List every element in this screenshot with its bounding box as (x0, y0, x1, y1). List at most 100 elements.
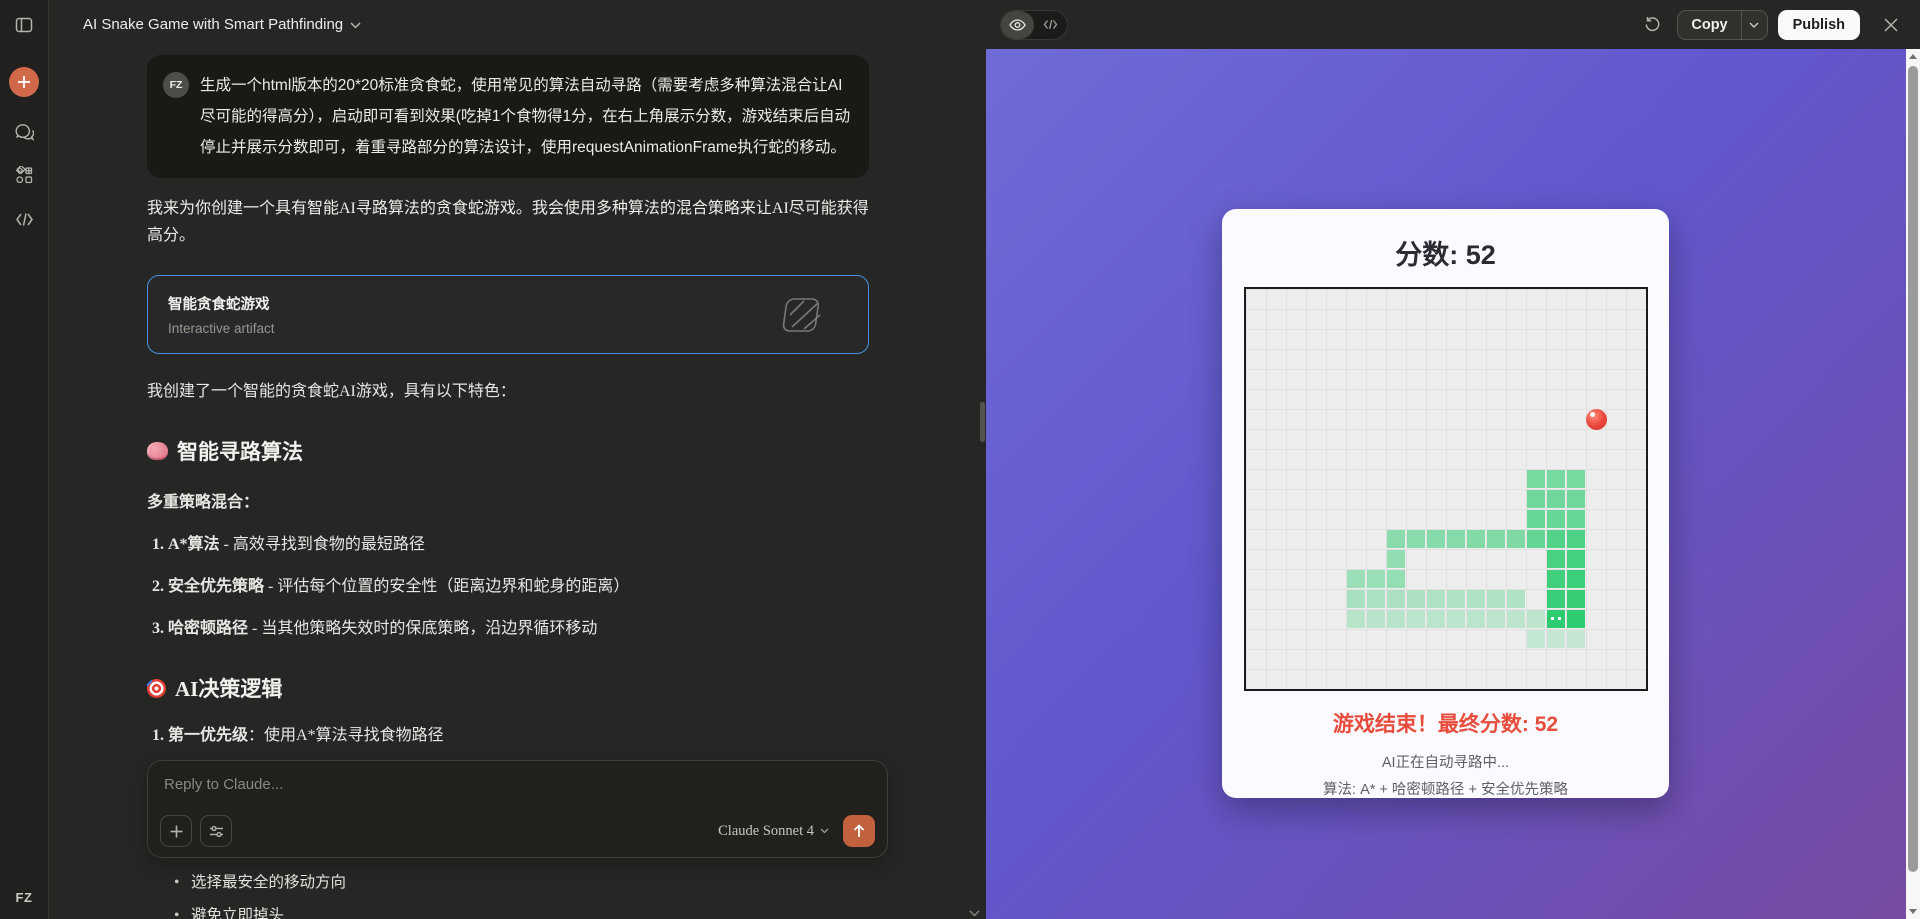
sub-item: 选择最安全的移动方向 (174, 870, 869, 896)
snake-segment (1466, 530, 1485, 548)
snake-segment (1426, 590, 1445, 608)
snake-segment (1346, 570, 1365, 588)
snake-segment (1506, 590, 1525, 608)
snake-segment (1566, 550, 1585, 568)
snake-segment (1506, 530, 1525, 548)
snake-segment (1386, 590, 1405, 608)
artifact-toolbar: Copy Publish (986, 0, 1920, 49)
game-grid (1243, 287, 1648, 691)
sidebar: FZ (0, 0, 49, 919)
chat-scrollbar-thumb[interactable] (980, 402, 985, 442)
snake-segment (1346, 610, 1365, 628)
artifact-panel: Copy Publish 分数: 52 游戏结束！最终分数: 52 AI正在自动… (986, 0, 1920, 919)
artifact-icon (782, 297, 821, 332)
snake-segment (1426, 530, 1445, 548)
snake-segment (1506, 610, 1525, 628)
copy-dropdown[interactable] (1740, 10, 1767, 39)
snake-segment (1346, 590, 1365, 608)
new-chat-button[interactable] (9, 67, 39, 97)
section1-subtitle: 多重策略混合： (147, 494, 260, 511)
snake-segment (1546, 510, 1565, 528)
snake-segment (1566, 630, 1585, 648)
brain-emoji-icon (147, 442, 168, 460)
snake-segment (1546, 490, 1565, 508)
snake-segment (1366, 610, 1385, 628)
preview-scrollbar[interactable] (1906, 49, 1920, 919)
snake-segment (1426, 610, 1445, 628)
scroll-down-arrow[interactable] (1909, 909, 1917, 914)
publish-button[interactable]: Publish (1777, 9, 1860, 40)
snake-segment (1446, 590, 1465, 608)
snake-segment (1526, 490, 1545, 508)
snake-segment (1546, 590, 1565, 608)
user-initials[interactable]: FZ (16, 890, 33, 905)
snake-segment (1566, 510, 1585, 528)
assistant-intro: 我来为你创建一个具有智能AI寻路算法的贪食蛇游戏。我会使用多种算法的混合策略来让… (147, 200, 869, 244)
features-intro: 我创建了一个智能的贪食蛇AI游戏，具有以下特色： (147, 383, 516, 400)
conversation-title[interactable]: AI Snake Game with Smart Pathfinding (83, 16, 343, 33)
snake-segment (1406, 590, 1425, 608)
snake-segment (1406, 530, 1425, 548)
snake-segment (1526, 470, 1545, 488)
tools-button[interactable] (200, 815, 232, 847)
list-item: 哈密顿路径 - 当其他策略失效时的保底策略，沿边界循环移动 (168, 616, 869, 642)
artifact-subtitle: Interactive artifact (168, 321, 275, 336)
scroll-up-arrow[interactable] (1909, 54, 1917, 59)
attach-button[interactable] (160, 815, 192, 847)
snake-segment (1486, 590, 1505, 608)
conversation-header: AI Snake Game with Smart Pathfinding (49, 0, 986, 48)
snake-segment (1486, 530, 1505, 548)
refresh-button[interactable] (1637, 10, 1667, 40)
snake-segment (1466, 610, 1485, 628)
code-icon[interactable] (12, 207, 36, 231)
snake-segment (1566, 490, 1585, 508)
strategy-list: A*算法 - 高效寻找到食物的最短路径 安全优先策略 - 评估每个位置的安全性（… (147, 532, 869, 642)
chat-panel: AI Snake Game with Smart Pathfinding FZ … (49, 0, 986, 919)
snake-segment (1566, 610, 1585, 628)
composer: Reply to Claude... Claude Sonnet 4 (147, 760, 888, 858)
view-toggle (1000, 9, 1068, 40)
arrow-up-icon (853, 824, 865, 837)
game-grid-inner (1246, 289, 1646, 689)
preview-scrollbar-thumb[interactable] (1908, 66, 1918, 872)
chevron-down-icon (1749, 22, 1759, 28)
game-card: 分数: 52 游戏结束！最终分数: 52 AI正在自动寻路中... 算法: A*… (1222, 209, 1669, 798)
preview-toggle[interactable] (1001, 10, 1034, 39)
snake-segment (1406, 610, 1425, 628)
list-item: 安全优先策略 - 评估每个位置的安全性（距离边界和蛇身的距离） (168, 574, 869, 600)
send-button[interactable] (843, 815, 875, 847)
snake-segment (1386, 610, 1405, 628)
close-button[interactable] (1876, 10, 1906, 40)
reply-input[interactable]: Reply to Claude... (164, 776, 871, 793)
list-item: A*算法 - 高效寻找到食物的最短路径 (168, 532, 869, 558)
model-selector[interactable]: Claude Sonnet 4 (718, 823, 835, 840)
projects-icon[interactable] (12, 163, 36, 187)
refresh-icon (1645, 17, 1660, 32)
chevron-down-icon[interactable] (350, 21, 361, 29)
artifact-card[interactable]: 智能贪食蛇游戏 Interactive artifact (147, 275, 869, 354)
snake-segment (1446, 610, 1465, 628)
snake-segment (1386, 530, 1405, 548)
snake-segment (1546, 630, 1565, 648)
code-toggle[interactable] (1034, 11, 1067, 39)
snake-segment (1526, 610, 1545, 628)
snake-segment (1526, 510, 1545, 528)
food (1585, 409, 1607, 430)
snake-segment (1566, 470, 1585, 488)
eye-icon (1009, 18, 1026, 31)
scroll-down-icon[interactable] (969, 910, 980, 917)
chats-icon[interactable] (12, 119, 36, 143)
sub-item: 避免立即掉头 (174, 903, 869, 919)
artifact-preview: 分数: 52 游戏结束！最终分数: 52 AI正在自动寻路中... 算法: A*… (986, 49, 1906, 919)
user-message: FZ 生成一个html版本的20*20标准贪食蛇，使用常见的算法自动寻路（需要考… (147, 55, 869, 178)
artifact-title: 智能贪食蛇游戏 (168, 297, 270, 313)
snake-segment (1366, 590, 1385, 608)
snake-segment (1566, 530, 1585, 548)
copy-button[interactable]: Copy (1677, 9, 1768, 40)
snake-segment (1546, 530, 1565, 548)
score-display: 分数: 52 (1395, 240, 1496, 270)
code-icon (1043, 19, 1058, 30)
snake-segment (1546, 570, 1565, 588)
sidebar-toggle-icon[interactable] (12, 13, 36, 37)
game-over-text: 游戏结束！最终分数: 52 (1332, 713, 1559, 736)
